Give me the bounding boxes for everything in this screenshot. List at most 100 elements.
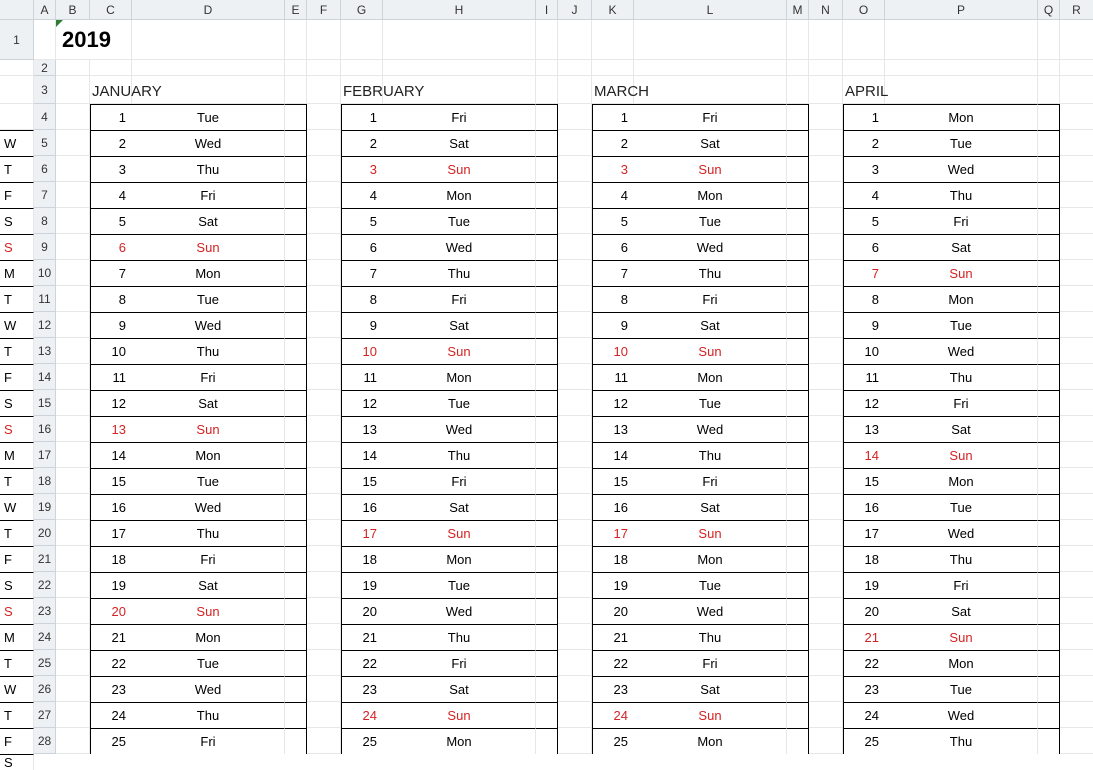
cell-E11[interactable] [307,286,341,312]
cell-C15[interactable]: Sat [132,390,285,416]
cell-L25[interactable] [787,650,809,676]
cell-C14[interactable]: Fri [132,364,285,390]
cell-D2[interactable] [285,60,307,76]
col-header-L[interactable]: L [634,0,787,20]
cell-G16[interactable]: Wed [383,416,536,442]
cell-G4[interactable]: Fri [383,104,536,130]
cell-L27[interactable] [787,702,809,728]
cell-G11[interactable]: Fri [383,286,536,312]
cell-P3[interactable] [1038,76,1060,104]
col-header-Q[interactable]: Q [1038,0,1060,20]
cell-D20[interactable] [285,520,307,546]
cell-A22[interactable] [56,572,90,598]
cell-P19[interactable] [1038,494,1060,520]
cell-S20[interactable]: F [0,546,34,572]
cell-G1[interactable] [383,20,536,60]
cell-F9[interactable]: 6 [341,234,383,260]
cell-J15[interactable]: 12 [592,390,634,416]
cell-J8[interactable]: 5 [592,208,634,234]
row-header-22[interactable]: 22 [34,572,56,598]
cell-O15[interactable]: Fri [885,390,1038,416]
cell-N16[interactable]: 13 [843,416,885,442]
cell-E12[interactable] [307,312,341,338]
cell-L18[interactable] [787,468,809,494]
cell-D27[interactable] [285,702,307,728]
cell-J3[interactable]: MARCH [592,76,634,104]
cell-C10[interactable]: Mon [132,260,285,286]
cell-D21[interactable] [285,546,307,572]
cell-Q14[interactable] [1060,364,1093,390]
cell-J25[interactable]: 22 [592,650,634,676]
cell-P15[interactable] [1038,390,1060,416]
cell-F24[interactable]: 21 [341,624,383,650]
cell-K24[interactable]: Thu [634,624,787,650]
cell-N18[interactable]: 15 [843,468,885,494]
cell-L7[interactable] [787,182,809,208]
cell-M6[interactable] [809,156,843,182]
cell-C21[interactable]: Fri [132,546,285,572]
row-header-5[interactable]: 5 [34,130,56,156]
cell-Q8[interactable] [1060,208,1093,234]
cell-G8[interactable]: Tue [383,208,536,234]
cell-S13[interactable]: F [0,364,34,390]
cell-L14[interactable] [787,364,809,390]
cell-C19[interactable]: Wed [132,494,285,520]
cell-G2[interactable] [383,60,536,76]
cell-M10[interactable] [809,260,843,286]
cell-N24[interactable]: 21 [843,624,885,650]
cell-C26[interactable]: Wed [132,676,285,702]
cell-P22[interactable] [1038,572,1060,598]
cell-C4[interactable]: Tue [132,104,285,130]
cell-F10[interactable]: 7 [341,260,383,286]
cell-Q9[interactable] [1060,234,1093,260]
cell-F23[interactable]: 20 [341,598,383,624]
cell-N25[interactable]: 22 [843,650,885,676]
cell-S2[interactable] [0,76,34,104]
cell-P4[interactable] [1038,104,1060,130]
cell-L19[interactable] [787,494,809,520]
cell-S11[interactable]: W [0,312,34,338]
cell-H13[interactable] [536,338,558,364]
cell-Q22[interactable] [1060,572,1093,598]
cell-J22[interactable]: 19 [592,572,634,598]
cell-G26[interactable]: Sat [383,676,536,702]
cell-M26[interactable] [809,676,843,702]
col-header-P[interactable]: P [885,0,1038,20]
cell-M7[interactable] [809,182,843,208]
cell-G17[interactable]: Thu [383,442,536,468]
cell-D3[interactable] [285,76,307,104]
cell-M2[interactable] [809,60,843,76]
cell-K12[interactable]: Sat [634,312,787,338]
row-header-4[interactable]: 4 [34,104,56,130]
row-header-15[interactable]: 15 [34,390,56,416]
cell-O17[interactable]: Sun [885,442,1038,468]
cell-J27[interactable]: 24 [592,702,634,728]
cell-A2[interactable] [56,60,90,76]
cell-I1[interactable] [558,20,592,60]
cell-P28[interactable] [1038,728,1060,754]
cell-E18[interactable] [307,468,341,494]
cell-F11[interactable]: 8 [341,286,383,312]
cell-S5[interactable]: T [0,156,34,182]
cell-Q5[interactable] [1060,130,1093,156]
cell-L20[interactable] [787,520,809,546]
cell-I24[interactable] [558,624,592,650]
cell-N15[interactable]: 12 [843,390,885,416]
cell-S16[interactable]: M [0,442,34,468]
cell-O3[interactable] [885,76,1038,104]
cell-M23[interactable] [809,598,843,624]
cell-A24[interactable] [56,624,90,650]
cell-Q3[interactable] [1060,76,1093,104]
cell-F7[interactable]: 4 [341,182,383,208]
cell-B16[interactable]: 13 [90,416,132,442]
cell-C22[interactable]: Sat [132,572,285,598]
cell-L26[interactable] [787,676,809,702]
cell-O12[interactable]: Tue [885,312,1038,338]
cell-S19[interactable]: T [0,520,34,546]
cell-P13[interactable] [1038,338,1060,364]
cell-M17[interactable] [809,442,843,468]
cell-O26[interactable]: Tue [885,676,1038,702]
cell-C7[interactable]: Fri [132,182,285,208]
cell-L22[interactable] [787,572,809,598]
cell-L8[interactable] [787,208,809,234]
